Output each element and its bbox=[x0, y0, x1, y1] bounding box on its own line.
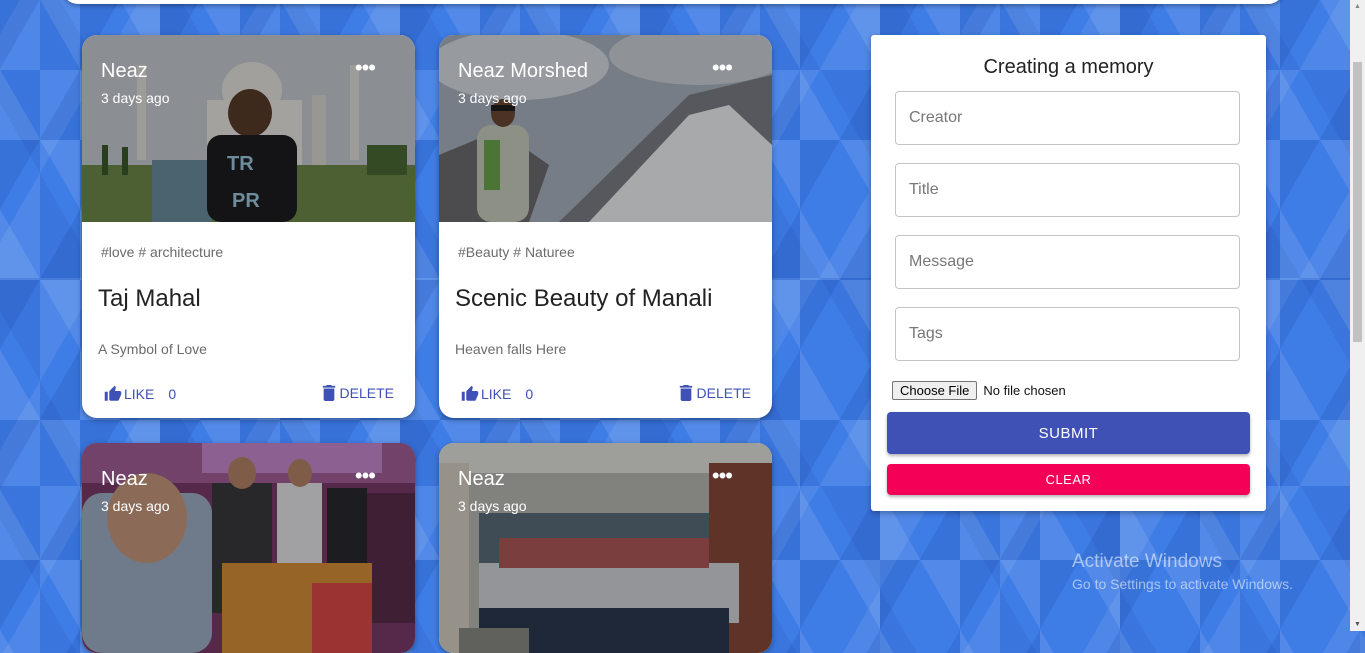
thumb-up-icon bbox=[461, 385, 479, 401]
post-message: A Symbol of Love bbox=[98, 341, 207, 357]
file-input: Choose File No file chosen bbox=[892, 381, 1066, 400]
post-message: Heaven falls Here bbox=[455, 341, 567, 357]
like-count: 0 bbox=[525, 386, 534, 402]
more-options-icon[interactable]: ••• bbox=[355, 465, 376, 487]
delete-label: DELETE bbox=[696, 385, 751, 401]
memory-card: Neaz 3 days ago ••• bbox=[439, 443, 772, 653]
trash-icon bbox=[322, 385, 335, 401]
memory-form: Creating a memory Choose File No file ch… bbox=[871, 35, 1266, 511]
like-label: LIKE bbox=[124, 386, 155, 402]
card-media: Neaz 3 days ago ••• bbox=[82, 443, 415, 653]
scroll-down-arrow-icon[interactable]: ▼ bbox=[1354, 621, 1361, 628]
post-author: Neaz bbox=[101, 468, 148, 490]
creator-input[interactable] bbox=[895, 91, 1240, 145]
like-button[interactable]: LIKE 0 bbox=[461, 385, 533, 403]
more-options-icon[interactable]: ••• bbox=[712, 465, 733, 487]
like-button[interactable]: LIKE 0 bbox=[104, 385, 176, 403]
trash-icon bbox=[679, 385, 692, 401]
post-time: 3 days ago bbox=[101, 90, 170, 106]
app-bar bbox=[62, 0, 1284, 4]
post-time: 3 days ago bbox=[458, 498, 527, 514]
scroll-up-arrow-icon[interactable]: ▲ bbox=[1354, 3, 1361, 10]
card-media: Neaz Morshed 3 days ago ••• bbox=[439, 35, 772, 222]
watermark-subtitle: Go to Settings to activate Windows. bbox=[1072, 576, 1293, 592]
form-title: Creating a memory bbox=[983, 56, 1154, 78]
post-tags: #Beauty # Naturee bbox=[458, 244, 575, 260]
file-status: No file chosen bbox=[983, 383, 1066, 398]
post-time: 3 days ago bbox=[101, 498, 170, 514]
card-media: TR PR Neaz 3 days ago ••• bbox=[82, 35, 415, 222]
card-media: Neaz 3 days ago ••• bbox=[439, 443, 772, 653]
tags-input[interactable] bbox=[895, 307, 1240, 361]
memory-card: Neaz Morshed 3 days ago ••• #Beauty # Na… bbox=[439, 35, 772, 418]
clear-button[interactable]: CLEAR bbox=[887, 464, 1250, 495]
like-label: LIKE bbox=[481, 386, 512, 402]
post-tags: #love # architecture bbox=[101, 244, 224, 260]
watermark-title: Activate Windows bbox=[1072, 551, 1222, 572]
post-time: 3 days ago bbox=[458, 90, 527, 106]
more-options-icon[interactable]: ••• bbox=[355, 57, 376, 79]
scroll-thumb[interactable] bbox=[1353, 62, 1362, 342]
submit-button[interactable]: SUBMIT bbox=[887, 412, 1250, 454]
message-input[interactable] bbox=[895, 235, 1240, 289]
windows-activation-watermark: Activate Windows Go to Settings to activ… bbox=[1072, 551, 1293, 592]
title-input[interactable] bbox=[895, 163, 1240, 217]
memory-card: TR PR Neaz 3 days ago ••• #love # archit… bbox=[82, 35, 415, 418]
choose-file-button[interactable]: Choose File bbox=[892, 381, 978, 400]
like-count: 0 bbox=[168, 386, 177, 402]
post-author: Neaz bbox=[458, 468, 505, 490]
post-author: Neaz bbox=[101, 60, 148, 82]
vertical-scrollbar[interactable]: ▲ ▼ bbox=[1350, 0, 1365, 631]
post-author: Neaz Morshed bbox=[458, 60, 589, 82]
memory-card: Neaz 3 days ago ••• bbox=[82, 443, 415, 653]
more-options-icon[interactable]: ••• bbox=[712, 57, 733, 79]
post-title: Taj Mahal bbox=[98, 285, 201, 312]
post-title: Scenic Beauty of Manali bbox=[455, 285, 713, 312]
delete-button[interactable]: DELETE bbox=[679, 385, 751, 401]
delete-label: DELETE bbox=[339, 385, 394, 401]
delete-button[interactable]: DELETE bbox=[322, 385, 394, 401]
thumb-up-icon bbox=[104, 385, 122, 401]
